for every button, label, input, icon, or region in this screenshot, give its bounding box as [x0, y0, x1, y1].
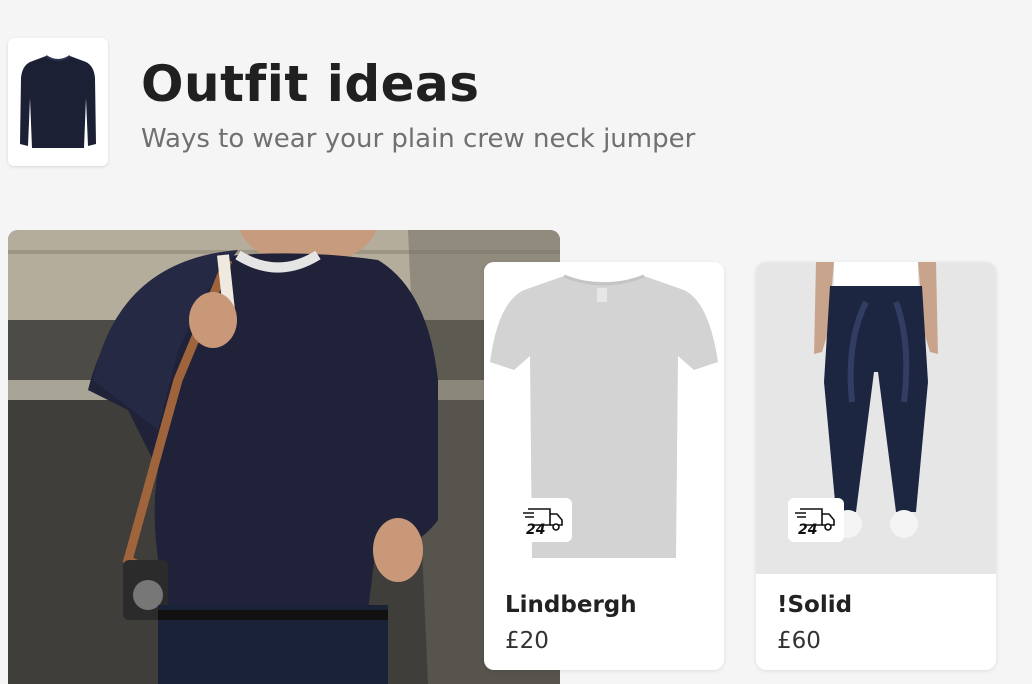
delivery-badge-text: 24 [526, 522, 545, 535]
delivery-truck-icon: 24 [516, 498, 572, 542]
page-title: Outfit ideas [141, 55, 480, 113]
delivery-truck-icon: 24 [788, 498, 844, 542]
product-brand: !Solid [777, 592, 853, 618]
model-photo [8, 230, 560, 684]
page-subtitle: Ways to wear your plain crew neck jumper [141, 124, 696, 154]
product-card[interactable]: 24 !Solid £60 [756, 262, 996, 670]
delivery-badge-text: 24 [798, 522, 817, 535]
outfit-hero-image[interactable] [8, 230, 560, 684]
page-header: Outfit ideas Ways to wear your plain cre… [0, 0, 1032, 200]
product-card[interactable]: 24 Lindbergh £20 [484, 262, 724, 670]
product-price: £20 [505, 628, 549, 654]
product-brand: Lindbergh [505, 592, 637, 618]
jumper-image [20, 55, 96, 148]
product-price: £60 [777, 628, 821, 654]
jumper-thumbnail[interactable] [8, 38, 108, 166]
